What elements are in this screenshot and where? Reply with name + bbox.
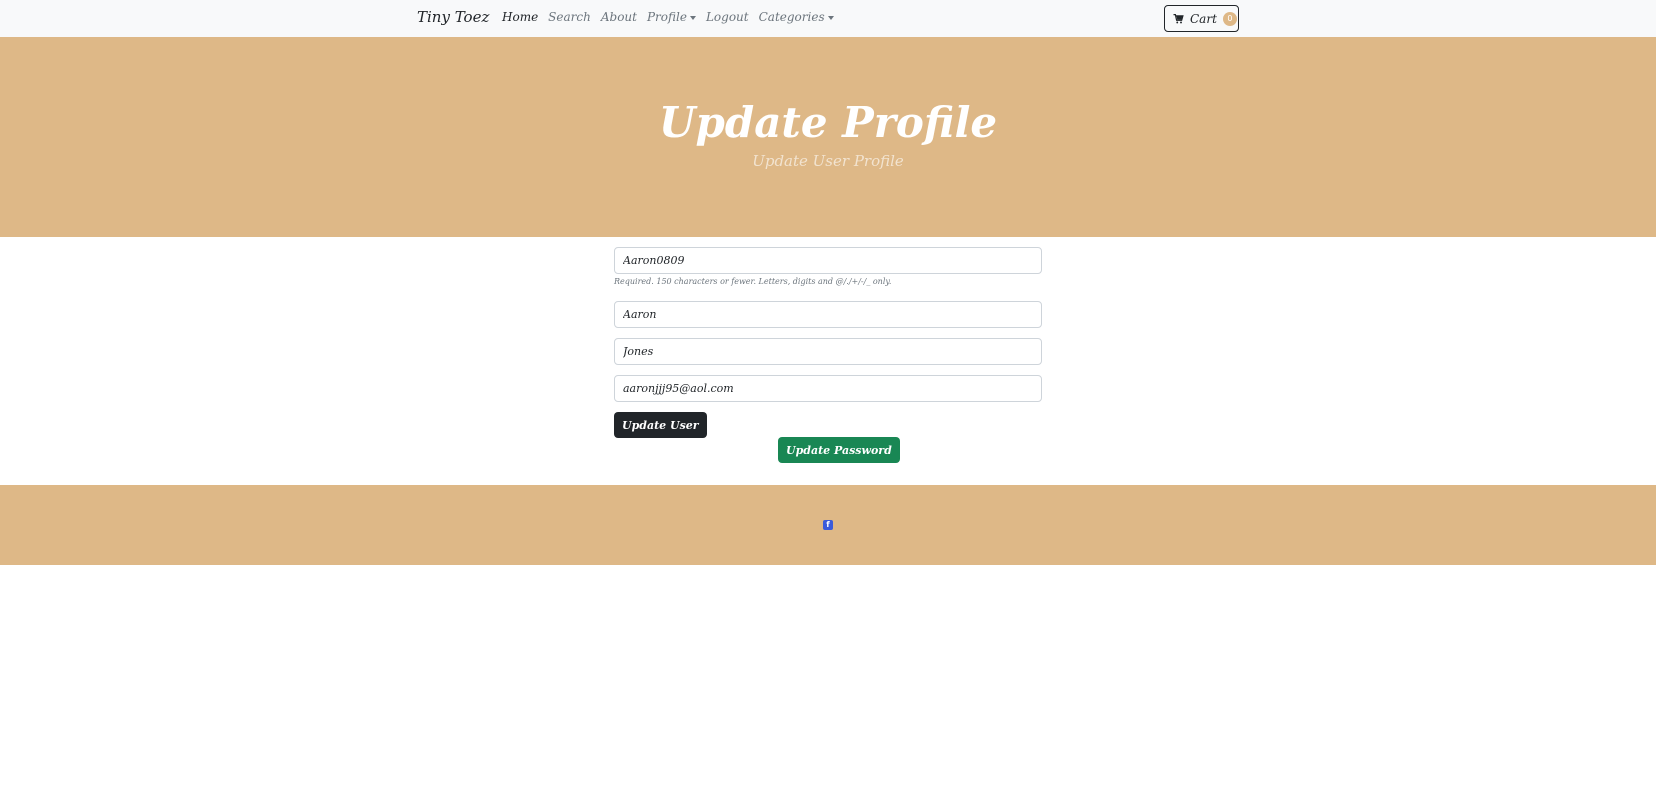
nav-categories-label: Categories [758, 10, 825, 24]
email-field[interactable] [614, 375, 1042, 402]
brand-link[interactable]: Tiny Toez [417, 8, 489, 26]
update-user-button[interactable]: Update User [614, 412, 707, 438]
update-password-button[interactable]: Update Password [778, 437, 900, 463]
cart-button[interactable]: Cart 0 [1164, 5, 1239, 32]
first-name-field[interactable] [614, 301, 1042, 328]
chevron-down-icon [689, 15, 696, 20]
cart-label: Cart [1190, 11, 1217, 26]
nav-about[interactable]: About [601, 10, 637, 24]
update-profile-form: Required. 150 characters or fewer. Lette… [614, 247, 1042, 438]
nav-logout[interactable]: Logout [706, 10, 749, 24]
hero-banner: Update Profile Update User Profile [0, 37, 1656, 237]
cart-count-badge: 0 [1222, 11, 1237, 26]
navbar: Tiny Toez Home Search About Profile Logo… [0, 0, 1656, 37]
username-field[interactable] [614, 247, 1042, 274]
cart-icon [1173, 13, 1184, 23]
last-name-field[interactable] [614, 338, 1042, 365]
username-help-text: Required. 150 characters or fewer. Lette… [614, 277, 892, 286]
nav-categories-dropdown[interactable]: Categories [759, 10, 834, 24]
footer: f [0, 485, 1656, 565]
nav-search[interactable]: Search [548, 10, 591, 24]
nav-links: Home Search About Profile Logout Categor… [502, 10, 834, 24]
nav-home[interactable]: Home [502, 10, 538, 24]
facebook-icon[interactable]: f [823, 520, 833, 530]
nav-profile-label: Profile [646, 10, 687, 24]
chevron-down-icon [827, 15, 834, 20]
nav-profile-dropdown[interactable]: Profile [647, 10, 696, 24]
page-title: Update Profile [658, 98, 998, 147]
page-subtitle: Update User Profile [752, 152, 904, 170]
